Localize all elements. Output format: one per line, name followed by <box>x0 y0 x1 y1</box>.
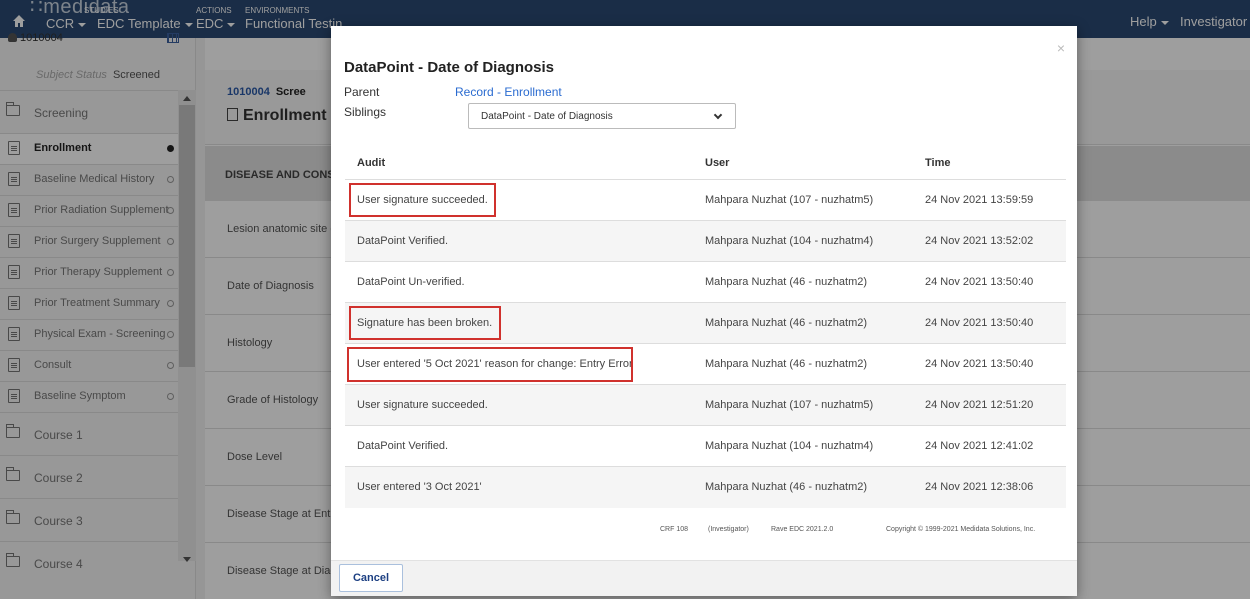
audit-cell: DataPoint Verified. <box>357 440 449 452</box>
close-icon[interactable]: × <box>1057 40 1065 56</box>
audit-cell: User signature succeeded. <box>357 399 488 411</box>
user-cell: Mahpara Nuzhat (107 - nuzhatm5) <box>705 194 874 206</box>
time-cell: 24 Nov 2021 13:52:02 <box>925 235 1034 247</box>
time-cell: 24 Nov 2021 13:50:40 <box>925 358 1034 370</box>
table-row: User signature succeeded. Mahpara Nuzhat… <box>345 385 1066 426</box>
audit-cell: DataPoint Un-verified. <box>357 276 465 288</box>
cancel-button[interactable]: Cancel <box>339 564 403 592</box>
table-header: Audit User Time <box>345 138 1066 180</box>
dialog-title: DataPoint - Date of Diagnosis <box>344 59 555 76</box>
column-header-time: Time <box>925 157 951 169</box>
dialog-button-bar: Cancel <box>331 560 1077 596</box>
time-cell: 24 Nov 2021 12:38:06 <box>925 481 1034 493</box>
footer-role: (Investigator) <box>708 526 749 533</box>
user-cell: Mahpara Nuzhat (46 - nuzhatm2) <box>705 358 868 370</box>
column-header-user: User <box>705 157 730 169</box>
audit-trail-dialog: × DataPoint - Date of Diagnosis Parent R… <box>331 26 1077 596</box>
time-cell: 24 Nov 2021 13:50:40 <box>925 276 1034 288</box>
column-header-audit: Audit <box>357 157 386 169</box>
audit-cell: DataPoint Verified. <box>357 235 449 247</box>
highlight-box <box>347 347 633 382</box>
footer-crf: CRF 108 <box>660 526 689 533</box>
time-cell: 24 Nov 2021 12:41:02 <box>925 440 1034 452</box>
highlight-box <box>349 306 501 340</box>
parent-link[interactable]: Record - Enrollment <box>455 85 562 99</box>
parent-label: Parent <box>344 85 380 99</box>
chevron-down-icon <box>713 110 723 120</box>
time-cell: 24 Nov 2021 12:51:20 <box>925 399 1034 411</box>
footer-copyright: Copyright © 1999-2021 Medidata Solutions… <box>886 526 1036 533</box>
user-cell: Mahpara Nuzhat (46 - nuzhatm2) <box>705 276 868 288</box>
user-cell: Mahpara Nuzhat (104 - nuzhatm4) <box>705 235 874 247</box>
siblings-label: Siblings <box>344 105 387 119</box>
time-cell: 24 Nov 2021 13:50:40 <box>925 317 1034 329</box>
user-cell: Mahpara Nuzhat (104 - nuzhatm4) <box>705 440 874 452</box>
siblings-selected-value: DataPoint - Date of Diagnosis <box>481 111 613 122</box>
footer-version: Rave EDC 2021.2.0 <box>771 526 834 533</box>
user-cell: Mahpara Nuzhat (107 - nuzhatm5) <box>705 399 874 411</box>
table-row: DataPoint Verified. Mahpara Nuzhat (104 … <box>345 426 1066 467</box>
table-row: User entered '3 Oct 2021' Mahpara Nuzhat… <box>345 467 1066 508</box>
user-cell: Mahpara Nuzhat (46 - nuzhatm2) <box>705 481 868 493</box>
user-cell: Mahpara Nuzhat (46 - nuzhatm2) <box>705 317 868 329</box>
audit-cell: User entered '3 Oct 2021' <box>357 481 482 493</box>
table-row: DataPoint Verified. Mahpara Nuzhat (104 … <box>345 221 1066 262</box>
highlight-box <box>349 183 496 217</box>
time-cell: 24 Nov 2021 13:59:59 <box>925 194 1034 206</box>
table-row: DataPoint Un-verified. Mahpara Nuzhat (4… <box>345 262 1066 303</box>
siblings-select[interactable]: DataPoint - Date of Diagnosis <box>468 103 736 129</box>
